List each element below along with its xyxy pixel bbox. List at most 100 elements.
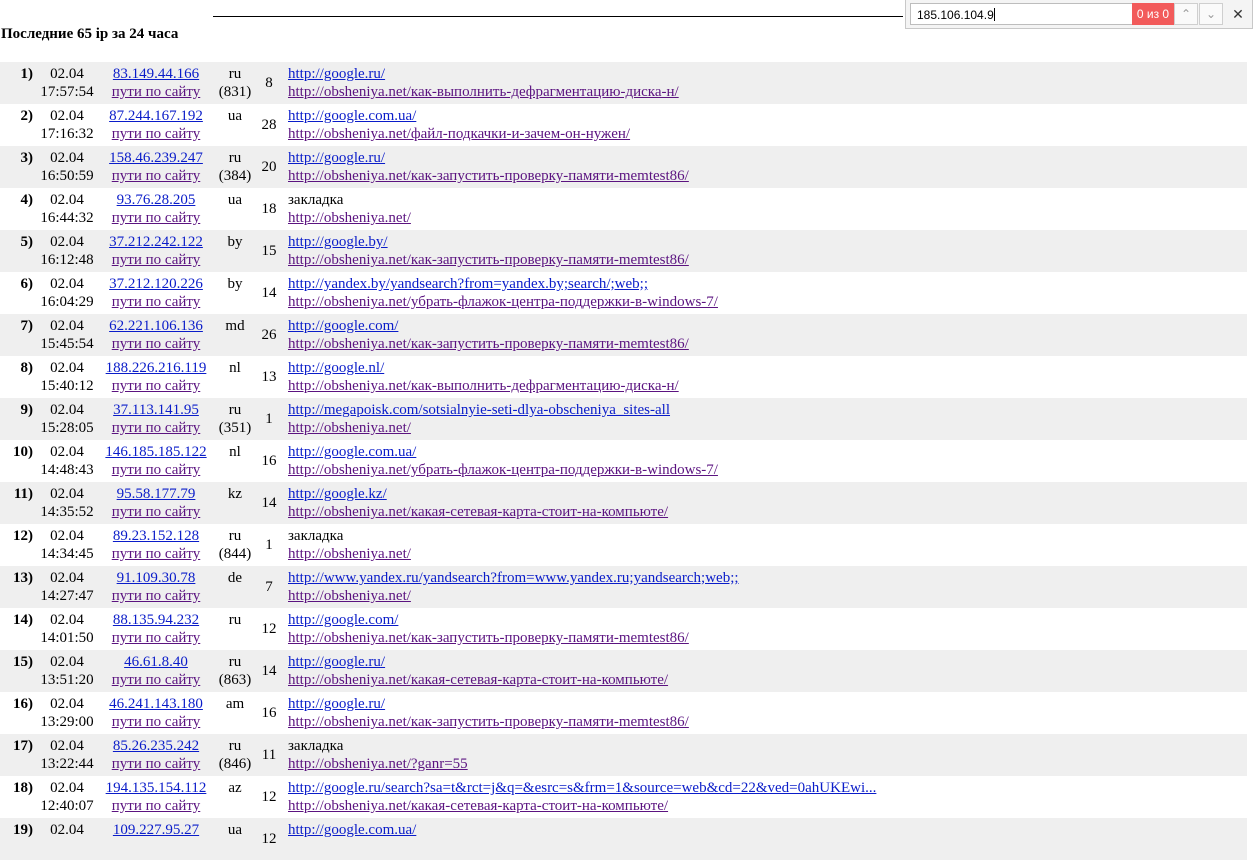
site-paths-link[interactable]: пути по сайту [99, 629, 213, 647]
referrer-bookmark: закладка [288, 528, 344, 544]
ip-link[interactable]: 93.76.28.205 [99, 191, 213, 209]
country-visit-count [214, 335, 256, 353]
landing-page-link[interactable]: http://obsheniya.net/как-запустить-прове… [288, 335, 1243, 353]
visit-date: 02.04 [50, 66, 84, 82]
referrer-link[interactable]: http://google.com/ [288, 317, 1243, 335]
find-close-button[interactable]: ✕ [1226, 3, 1250, 25]
visit-datetime: 02.04 [40, 821, 94, 857]
ip-link[interactable]: 37.212.242.122 [99, 233, 213, 251]
landing-page-link[interactable]: http://obsheniya.net/файл-подкачки-и-зач… [288, 125, 1243, 143]
landing-page-link[interactable]: http://obsheniya.net/как-запустить-прове… [288, 167, 1243, 185]
site-paths-link[interactable]: пути по сайту [99, 293, 213, 311]
find-next-button[interactable]: ⌄ [1199, 3, 1223, 25]
landing-page-link[interactable]: http://obsheniya.net/убрать-флажок-центр… [288, 461, 1243, 479]
country-visit-count: (844) [218, 546, 252, 562]
landing-page-link[interactable]: http://obsheniya.net/как-выполнить-дефра… [288, 83, 1243, 101]
referrer-cell: http://google.nl/http://obsheniya.net/ка… [288, 359, 1243, 395]
referrer-link[interactable]: http://google.ru/ [288, 695, 1243, 713]
site-paths-link[interactable]: пути по сайту [99, 755, 213, 773]
site-paths-link[interactable]: пути по сайту [99, 713, 213, 731]
ip-link[interactable]: 91.109.30.78 [99, 569, 213, 587]
visit-datetime: 02.04 15:40:12 [40, 359, 94, 395]
landing-page-link[interactable]: http://obsheniya.net/как-запустить-прове… [288, 713, 1243, 731]
ip-link[interactable]: 46.241.143.180 [99, 695, 213, 713]
referrer-cell: http://megapoisk.com/sotsialnyie-seti-dl… [288, 401, 1243, 437]
referrer-link[interactable]: http://google.nl/ [288, 359, 1243, 377]
ip-cell: 46.241.143.180 пути по сайту [99, 695, 213, 731]
landing-page-link[interactable]: http://obsheniya.net/как-запустить-прове… [288, 251, 1243, 269]
landing-page-link[interactable]: http://obsheniya.net/убрать-флажок-центр… [288, 293, 1243, 311]
landing-page-link[interactable]: http://obsheniya.net/ [288, 419, 1243, 437]
ip-link[interactable]: 89.23.152.128 [99, 527, 213, 545]
visit-date: 02.04 [50, 192, 84, 208]
site-paths-link[interactable]: пути по сайту [99, 587, 213, 605]
ip-link[interactable]: 62.221.106.136 [99, 317, 213, 335]
site-paths-link[interactable]: пути по сайту [99, 797, 213, 815]
site-paths-link[interactable]: пути по сайту [99, 125, 213, 143]
ip-link[interactable]: 194.135.154.112 [99, 779, 213, 797]
table-row: 1) 02.04 17:57:54 83.149.44.166 пути по сайт… [0, 62, 1247, 104]
referrer-link[interactable]: http://google.ru/ [288, 653, 1243, 671]
visit-date: 02.04 [50, 654, 84, 670]
landing-page-link[interactable]: http://obsheniya.net/какая-сетевая-карта… [288, 671, 1243, 689]
referrer-link[interactable]: http://google.com/ [288, 611, 1243, 629]
page-views-count: 8 [265, 75, 273, 91]
site-paths-link[interactable]: пути по сайту [99, 545, 213, 563]
landing-page-link[interactable]: http://obsheniya.net/?ganr=55 [288, 755, 1243, 773]
visit-datetime: 02.04 14:01:50 [40, 611, 94, 647]
ip-link[interactable]: 109.227.95.27 [99, 821, 213, 839]
landing-page-link[interactable]: http://obsheniya.net/ [288, 545, 1243, 563]
referrer-link[interactable]: http://google.com.ua/ [288, 443, 1243, 461]
site-paths-link[interactable]: пути по сайту [99, 671, 213, 689]
ip-link[interactable]: 37.212.120.226 [99, 275, 213, 293]
table-row: 7) 02.04 15:45:54 62.221.106.136 пути по сай… [0, 314, 1247, 356]
site-paths-link[interactable]: пути по сайту [99, 167, 213, 185]
referrer-link[interactable]: http://google.ru/ [288, 65, 1243, 83]
referrer-link[interactable]: http://google.com.ua/ [288, 821, 1243, 839]
ip-link[interactable]: 188.226.216.119 [99, 359, 213, 377]
visit-time: 13:29:00 [40, 714, 94, 730]
referrer-link[interactable]: http://google.by/ [288, 233, 1243, 251]
referrer-link[interactable]: http://yandex.by/yandsearch?from=yandex.… [288, 275, 1243, 293]
referrer-link[interactable]: http://megapoisk.com/sotsialnyie-seti-dl… [288, 401, 1243, 419]
referrer-link[interactable]: http://google.kz/ [288, 485, 1243, 503]
country-cell: ua [214, 107, 256, 143]
ip-link[interactable]: 95.58.177.79 [99, 485, 213, 503]
ip-link[interactable]: 146.185.185.122 [99, 443, 213, 461]
referrer-cell: http://google.by/http://obsheniya.net/ка… [288, 233, 1243, 269]
ip-cell: 37.113.141.95 пути по сайту [99, 401, 213, 437]
ip-link[interactable]: 83.149.44.166 [99, 65, 213, 83]
find-input[interactable]: 185.106.104.9 [910, 3, 1133, 25]
ip-link[interactable]: 46.61.8.40 [99, 653, 213, 671]
referrer-cell: http://google.com/http://obsheniya.net/к… [288, 611, 1243, 647]
site-paths-link[interactable]: пути по сайту [99, 251, 213, 269]
landing-page-link[interactable]: http://obsheniya.net/ [288, 209, 1243, 227]
site-paths-link[interactable]: пути по сайту [99, 461, 213, 479]
referrer-link[interactable]: http://google.com.ua/ [288, 107, 1243, 125]
ip-link[interactable]: 37.113.141.95 [99, 401, 213, 419]
visit-time [40, 839, 94, 857]
country-cell: by [214, 275, 256, 311]
site-paths-link[interactable]: пути по сайту [99, 209, 213, 227]
landing-page-link[interactable]: http://obsheniya.net/как-запустить-прове… [288, 629, 1243, 647]
site-paths-link[interactable]: пути по сайту [99, 377, 213, 395]
referrer-link[interactable]: http://www.yandex.ru/yandsearch?from=www… [288, 569, 1243, 587]
page-title: Последние 65 ip за 24 часа [1, 26, 179, 42]
country-visit-count [214, 125, 256, 143]
site-paths-link[interactable]: пути по сайту [99, 503, 213, 521]
landing-page-link[interactable]: http://obsheniya.net/ [288, 587, 1243, 605]
landing-page-link[interactable]: http://obsheniya.net/как-выполнить-дефра… [288, 377, 1243, 395]
landing-page-link[interactable]: http://obsheniya.net/какая-сетевая-карта… [288, 797, 1243, 815]
page-views-count: 13 [261, 369, 277, 385]
ip-link[interactable]: 158.46.239.247 [99, 149, 213, 167]
site-paths-link[interactable]: пути по сайту [99, 419, 213, 437]
referrer-link[interactable]: http://google.ru/search?sa=t&rct=j&q=&es… [288, 779, 1243, 797]
landing-page-link[interactable]: http://obsheniya.net/какая-сетевая-карта… [288, 503, 1243, 521]
referrer-link[interactable]: http://google.ru/ [288, 149, 1243, 167]
ip-link[interactable]: 85.26.235.242 [99, 737, 213, 755]
find-previous-button[interactable]: ⌃ [1174, 3, 1198, 25]
site-paths-link[interactable]: пути по сайту [99, 83, 213, 101]
site-paths-link[interactable]: пути по сайту [99, 335, 213, 353]
ip-link[interactable]: 88.135.94.232 [99, 611, 213, 629]
ip-link[interactable]: 87.244.167.192 [99, 107, 213, 125]
